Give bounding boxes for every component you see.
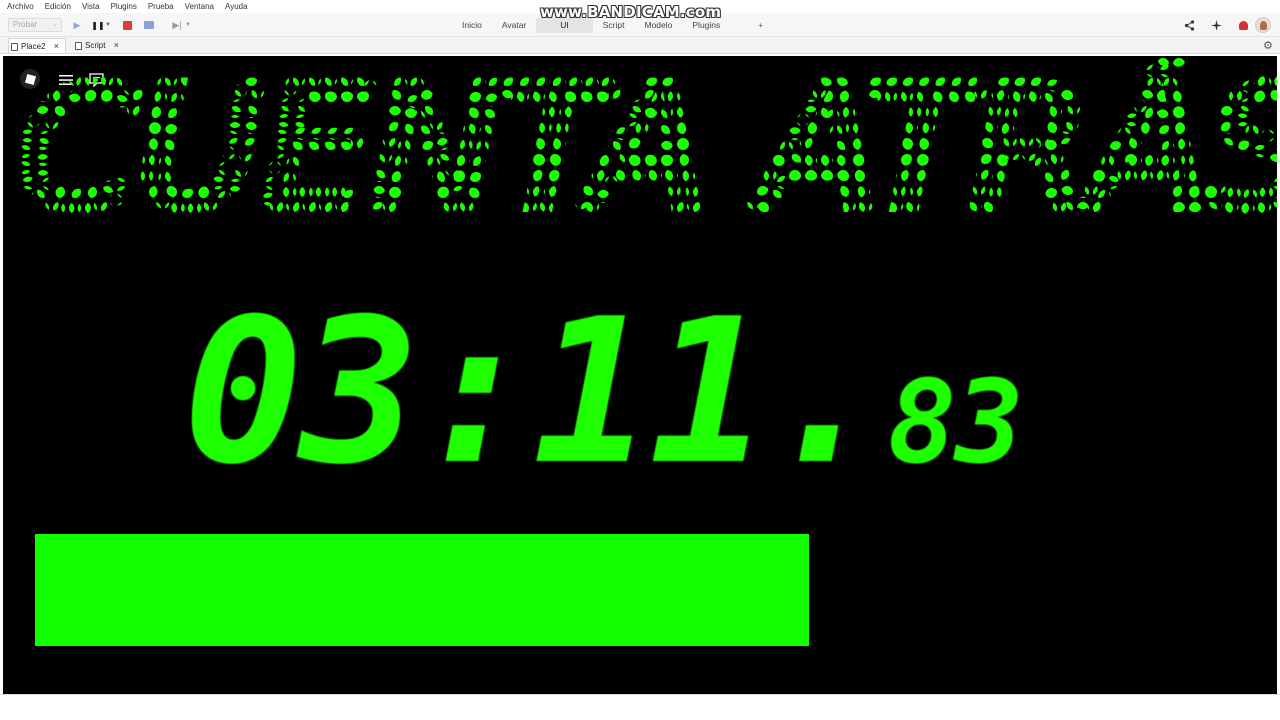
add-tab-button[interactable]: + <box>730 18 773 33</box>
countdown-timer: 03:11. 83 <box>183 276 1024 509</box>
play-icon[interactable]: ▶ <box>70 18 84 32</box>
sparkle-icon[interactable] <box>1208 17 1224 33</box>
doc-tab-place2[interactable]: Place2 × <box>8 38 66 53</box>
countdown-title: CUENTA ATRÁS <box>11 56 1277 226</box>
menu-archivo[interactable]: Archivo <box>7 0 34 13</box>
document-icon <box>11 43 18 51</box>
close-icon[interactable]: × <box>114 40 119 50</box>
monitor-icon[interactable] <box>142 18 156 32</box>
doc-tab-script[interactable]: Script × <box>73 38 123 53</box>
script-icon <box>75 42 82 50</box>
pause-icon[interactable]: ❚❚ <box>91 18 105 32</box>
menu-plugins[interactable]: Plugins <box>111 0 137 13</box>
progress-fill <box>35 534 809 646</box>
share-icon[interactable] <box>1181 17 1197 33</box>
close-icon[interactable]: × <box>54 41 59 51</box>
recorder-watermark: www.BANDICAM.com <box>540 3 722 21</box>
chevron-down-icon[interactable]: ▼ <box>104 18 112 32</box>
tab-inicio[interactable]: Inicio <box>452 18 492 33</box>
menu-prueba[interactable]: Prueba <box>148 0 174 13</box>
game-viewport[interactable]: CUENTA ATRÁS 03:11. 83 <box>3 56 1277 694</box>
doc-tab-label: Script <box>85 41 106 50</box>
timer-main: 03:11. <box>183 276 885 509</box>
step-forward-icon[interactable]: ▶| <box>170 18 184 32</box>
test-mode-dropdown[interactable]: Probar ⌄ <box>8 18 62 32</box>
chevron-down-icon: ⌄ <box>52 21 58 28</box>
menu-ventana[interactable]: Ventana <box>185 0 214 13</box>
menu-vista[interactable]: Vista <box>82 0 100 13</box>
bell-icon[interactable] <box>1235 17 1251 33</box>
status-bar <box>0 694 1280 720</box>
timer-milliseconds: 83 <box>887 356 1023 490</box>
gear-icon[interactable]: ⚙ <box>1263 39 1273 52</box>
stop-icon[interactable] <box>120 18 134 32</box>
avatar[interactable] <box>1255 17 1271 33</box>
menu-ayuda[interactable]: Ayuda <box>225 0 248 13</box>
doc-tab-label: Place2 <box>21 42 46 51</box>
tab-avatar[interactable]: Avatar <box>492 18 536 33</box>
menu-edicion[interactable]: Edición <box>45 0 71 13</box>
chevron-down-icon[interactable]: ▼ <box>184 18 192 32</box>
title-text: CUENTA ATRÁS <box>17 56 1277 226</box>
document-tabs: Place2 × Script × <box>0 37 1280 54</box>
countdown-progress-bar <box>35 534 1245 646</box>
test-mode-label: Probar <box>13 20 38 29</box>
